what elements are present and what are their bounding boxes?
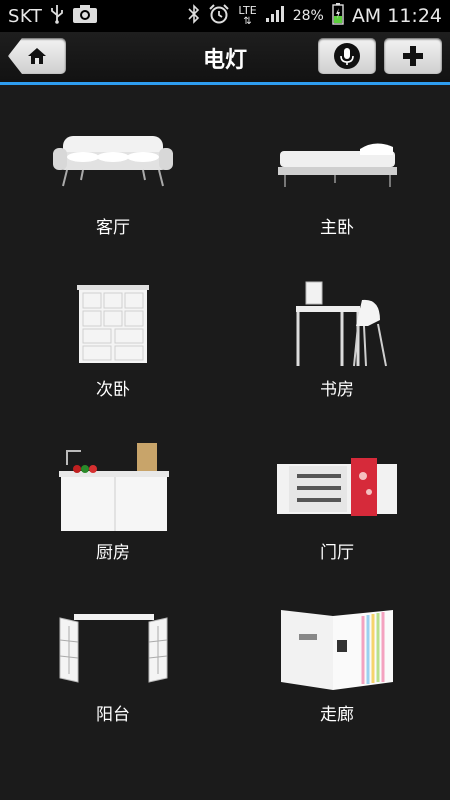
corridor-wall-icon [257, 602, 417, 697]
room-label: 客厅 [96, 218, 130, 238]
screenshot-icon [72, 4, 98, 28]
room-label: 主卧 [320, 218, 354, 238]
room-label: 次卧 [96, 380, 130, 400]
room-entrance-hall[interactable]: 门厅 [257, 440, 417, 580]
desk-chair-icon [257, 277, 417, 372]
room-label: 门厅 [320, 543, 354, 563]
room-label: 书房 [320, 380, 354, 400]
lte-icon: LTE ⇅ [238, 3, 257, 27]
bed-icon [257, 115, 417, 210]
room-second-bedroom[interactable]: 次卧 [33, 277, 193, 417]
room-label: 阳台 [96, 705, 130, 725]
voice-button[interactable] [318, 38, 376, 74]
balcony-door-icon [33, 602, 193, 697]
room-study[interactable]: 书房 [257, 277, 417, 417]
add-button[interactable] [384, 38, 442, 74]
alarm-icon [208, 4, 230, 28]
clock: AM 11:24 [351, 5, 442, 27]
room-label: 厨房 [96, 543, 130, 563]
status-bar: SKT LTE ⇅ 28% AM 11:24 [0, 0, 450, 32]
room-kitchen[interactable]: 厨房 [33, 440, 193, 580]
carrier-label: SKT [8, 5, 43, 27]
kitchen-counter-icon [33, 440, 193, 535]
plus-icon [403, 46, 423, 66]
battery-icon [332, 3, 344, 29]
signal-icon [265, 5, 285, 27]
usb-icon [50, 4, 64, 28]
bluetooth-icon [188, 4, 200, 28]
room-label: 走廊 [320, 705, 354, 725]
microphone-icon [334, 43, 360, 69]
header-accent-line [0, 82, 450, 85]
sofa-icon [33, 115, 193, 210]
battery-percent: 28% [292, 8, 324, 24]
drawer-cabinet-icon [33, 277, 193, 372]
title-bar: 电灯 [0, 32, 450, 85]
room-corridor[interactable]: 走廊 [257, 602, 417, 742]
room-master-bedroom[interactable]: 主卧 [257, 115, 417, 255]
entrance-cabinet-icon [257, 440, 417, 535]
page-title: 电灯 [202, 48, 247, 73]
room-living-room[interactable]: 客厅 [33, 115, 193, 255]
room-balcony[interactable]: 阳台 [33, 602, 193, 742]
